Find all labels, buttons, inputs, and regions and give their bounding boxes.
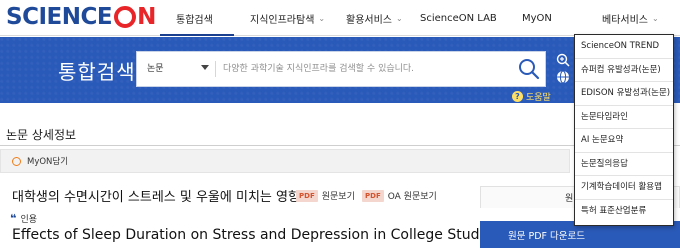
- beta-services-dropdown: ScienceON TREND 슈퍼컴 유발성과(논문) EDISON 유발성과…: [574, 34, 674, 226]
- myon-add-button[interactable]: MyON담기: [27, 155, 68, 167]
- dropdown-item-patent-classification[interactable]: 특허 표준산업분류: [575, 200, 673, 224]
- search-scope-select[interactable]: 논문: [147, 52, 164, 86]
- caret-down-icon[interactable]: [201, 65, 209, 70]
- myon-add-icon[interactable]: [12, 157, 21, 166]
- chevron-down-icon: ⌄: [318, 13, 326, 23]
- dropdown-item-paper-timeline[interactable]: 논문타임라인: [575, 106, 673, 129]
- pdf-icon: PDF: [362, 189, 384, 202]
- dropdown-item-ai-summary[interactable]: AI 논문요약: [575, 129, 673, 153]
- chevron-down-icon: ⌄: [396, 13, 403, 23]
- logo-n-letter: N: [137, 4, 157, 30]
- help-link[interactable]: ? 도움말: [512, 90, 551, 103]
- nav-item-label: 통합검색: [176, 14, 213, 26]
- nav-item-label: 활용서비스: [346, 14, 392, 26]
- pdf-view-label: 원문보기: [321, 192, 355, 202]
- logo-wordmark: SCIENCE: [6, 4, 113, 30]
- divider: [215, 61, 216, 77]
- pdf-icon: PDF: [296, 189, 318, 202]
- top-navigation: SCIENCE N 통합검색 지식인프라탐색 ⌄ 활용서비스 ⌄ Science…: [0, 0, 680, 36]
- page-title: 논문 상세정보: [6, 128, 77, 142]
- search-icon[interactable]: [517, 57, 541, 81]
- nav-item-label: MyON: [522, 12, 552, 24]
- nav-item-label: 지식인프라탐색: [250, 14, 315, 26]
- zoom-in-icon[interactable]: [556, 53, 570, 67]
- myon-toolbar: MyON담기: [0, 149, 570, 173]
- oa-view-button[interactable]: PDF OA 원문보기: [362, 187, 437, 204]
- chevron-down-icon: ⌄: [652, 13, 659, 23]
- side-panel-header-label: 원: [565, 194, 574, 204]
- nav-item-integrated-search[interactable]: 통합검색: [176, 0, 213, 36]
- nav-item-knowledge-infra[interactable]: 지식인프라탐색 ⌄: [250, 0, 325, 36]
- dropdown-item-trend[interactable]: ScienceON TREND: [575, 35, 673, 59]
- hero-title: 통합검색: [58, 60, 136, 84]
- nav-item-scienceon-lab[interactable]: ScienceON LAB: [420, 0, 497, 36]
- active-nav-indicator: [160, 34, 234, 36]
- cite-label: 인용: [20, 214, 38, 225]
- nav-item-label: 베타서비스: [602, 14, 648, 26]
- help-icon: ?: [512, 91, 523, 102]
- dropdown-item-ml-data-map[interactable]: 기계학습데이터 활용맵: [575, 176, 673, 200]
- logo-o-ring: [114, 6, 137, 28]
- pdf-view-button[interactable]: PDF 원문보기: [296, 187, 355, 204]
- search-box: 논문: [136, 51, 546, 87]
- logo-on-mark: N: [114, 4, 156, 30]
- search-input[interactable]: [223, 57, 503, 81]
- nav-item-label: ScienceON LAB: [420, 12, 497, 24]
- help-label: 도움말: [526, 93, 551, 103]
- nav-item-beta-services[interactable]: 베타서비스 ⌄: [602, 0, 659, 36]
- dropdown-item-edison[interactable]: EDISON 유발성과(논문): [575, 82, 673, 106]
- scienceon-logo[interactable]: SCIENCE N: [6, 4, 156, 30]
- paper-title-english: Effects of Sleep Duration on Stress and …: [12, 227, 510, 243]
- globe-icon[interactable]: [556, 70, 570, 84]
- nav-item-myon[interactable]: MyON: [522, 0, 552, 36]
- dropdown-item-paper-qa[interactable]: 논문질의응답: [575, 153, 673, 176]
- cite-button[interactable]: ❝ 인용: [10, 210, 37, 226]
- dropdown-item-supercomputer[interactable]: 슈퍼컴 유발성과(논문): [575, 59, 673, 82]
- paper-title-korean: 대학생의 수면시간이 스트레스 및 우울에 미치는 영향: [12, 190, 300, 205]
- oa-view-label: OA 원문보기: [387, 192, 437, 202]
- pdf-download-label: 원문 PDF 다운로드: [508, 231, 585, 242]
- quote-icon: ❝: [10, 211, 17, 225]
- nav-item-services[interactable]: 활용서비스 ⌄: [346, 0, 403, 36]
